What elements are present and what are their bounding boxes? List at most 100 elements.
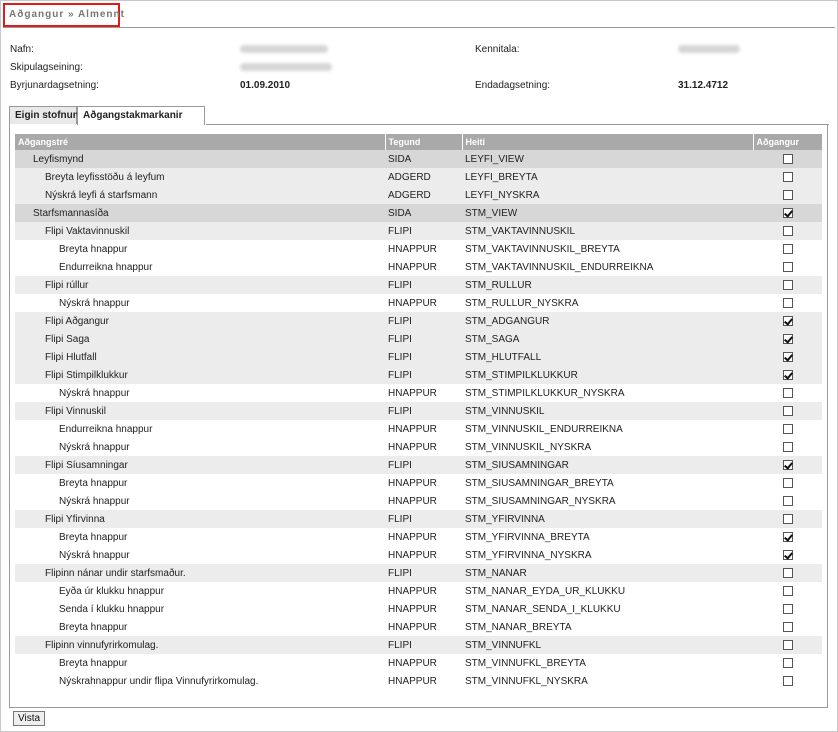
access-checkbox[interactable]: [782, 441, 793, 452]
access-checkbox[interactable]: [782, 261, 793, 272]
access-checkbox[interactable]: [782, 477, 793, 488]
access-checkbox[interactable]: [782, 153, 793, 164]
nafn-label: Nafn:: [10, 44, 34, 55]
access-checkbox[interactable]: [782, 225, 793, 236]
row-type: HNAPPUR: [385, 672, 462, 690]
row-name: Flipi Aðgangur: [15, 312, 385, 330]
table-row: Flipi rúllur FLIPI STM_RULLUR: [15, 276, 822, 294]
row-heiti: STM_NANAR_SENDA_I_KLUKKU: [462, 600, 753, 618]
row-name: Nýskrá leyfi á starfsmann: [15, 186, 385, 204]
kennitala-value-redacted: [678, 45, 740, 53]
access-checkbox[interactable]: [782, 351, 793, 362]
row-heiti: STM_HLUTFALL: [462, 348, 753, 366]
row-type: HNAPPUR: [385, 294, 462, 312]
row-type: HNAPPUR: [385, 528, 462, 546]
access-checkbox[interactable]: [782, 603, 793, 614]
table-row: Nýskrá hnappur HNAPPUR STM_VINNUSKIL_NYSKR…: [15, 438, 822, 456]
table-row: Flipi Síusamningar FLIPI STM_SIUSAMNINGAR: [15, 456, 822, 474]
access-checkbox[interactable]: [782, 279, 793, 290]
table-row: Senda í klukku hnappur HNAPPUR STM_NANAR_S…: [15, 600, 822, 618]
tab-adgangstakmarkanir[interactable]: Aðgangstakmarkanir: [77, 106, 205, 125]
row-type: SIDA: [385, 204, 462, 222]
row-name: Flipi Saga: [15, 330, 385, 348]
access-checkbox[interactable]: [782, 567, 793, 578]
row-type: SIDA: [385, 150, 462, 168]
table-row: Breyta hnappur HNAPPUR STM_SIUSAMNINGAR_BR…: [15, 474, 822, 492]
row-name: Breyta hnappur: [15, 654, 385, 672]
col-header-tegund: Tegund: [385, 134, 463, 150]
table-row: Flipi Hlutfall FLIPI STM_HLUTFALL: [15, 348, 822, 366]
row-heiti: STM_YFIRVINNA_BREYTA: [462, 528, 753, 546]
col-header-heiti: Heiti: [462, 134, 754, 150]
row-access-cell: [753, 420, 822, 438]
row-name: Flipi Yfirvinna: [15, 510, 385, 528]
save-button[interactable]: Vista: [13, 711, 46, 726]
row-type: HNAPPUR: [385, 492, 462, 510]
row-heiti: STM_VAKTAVINNUSKIL: [462, 222, 753, 240]
row-type: FLIPI: [385, 330, 462, 348]
row-access-cell: [753, 474, 822, 492]
tab-eigin-stofnun[interactable]: Eigin stofnun: [9, 106, 79, 124]
row-name: Leyfismynd: [15, 150, 385, 168]
row-name: Breyta hnappur: [15, 618, 385, 636]
access-checkbox[interactable]: [782, 297, 793, 308]
access-checkbox[interactable]: [782, 333, 793, 344]
table-row: Endurreikna hnappur HNAPPUR STM_VINNUSKIL_…: [15, 420, 822, 438]
row-type: HNAPPUR: [385, 384, 462, 402]
access-checkbox[interactable]: [782, 423, 793, 434]
access-checkbox[interactable]: [782, 639, 793, 650]
row-name: Nýskrá hnappur: [15, 438, 385, 456]
row-access-cell: [753, 222, 822, 240]
row-access-cell: [753, 204, 822, 222]
table-row: Breyta hnappur HNAPPUR STM_NANAR_BREYTA: [15, 618, 822, 636]
access-checkbox[interactable]: [782, 387, 793, 398]
row-heiti: STM_NANAR_BREYTA: [462, 618, 753, 636]
access-checkbox[interactable]: [782, 459, 793, 470]
access-checkbox[interactable]: [782, 315, 793, 326]
row-name: Flipi Stimpilklukkur: [15, 366, 385, 384]
access-checkbox[interactable]: [782, 189, 793, 200]
row-heiti: STM_YFIRVINNA: [462, 510, 753, 528]
row-name: Flipi rúllur: [15, 276, 385, 294]
table-body: Leyfismynd SIDA LEYFI_VIEW Breyta leyfisstö…: [15, 150, 822, 690]
access-checkbox[interactable]: [782, 513, 793, 524]
access-checkbox[interactable]: [782, 675, 793, 686]
access-checkbox[interactable]: [782, 405, 793, 416]
row-type: HNAPPUR: [385, 546, 462, 564]
access-checkbox[interactable]: [782, 585, 793, 596]
access-checkbox[interactable]: [782, 657, 793, 668]
row-name: Flipi Vinnuskil: [15, 402, 385, 420]
skipulagseining-value-redacted: [240, 63, 332, 71]
row-access-cell: [753, 384, 822, 402]
row-type: HNAPPUR: [385, 438, 462, 456]
access-checkbox[interactable]: [782, 243, 793, 254]
row-name: Nýskrahnappur undir flipa Vinnufyrirkomu…: [15, 672, 385, 690]
access-checkbox[interactable]: [782, 549, 793, 560]
access-checkbox[interactable]: [782, 621, 793, 632]
row-type: FLIPI: [385, 456, 462, 474]
access-checkbox[interactable]: [782, 207, 793, 218]
row-access-cell: [753, 186, 822, 204]
header-divider: [3, 27, 835, 28]
enda-label: Endadagsetning:: [475, 80, 551, 91]
table-row: Flipi Vinnuskil FLIPI STM_VINNUSKIL: [15, 402, 822, 420]
row-heiti: STM_VIEW: [462, 204, 753, 222]
row-name: Breyta hnappur: [15, 474, 385, 492]
row-access-cell: [753, 402, 822, 420]
row-heiti: STM_STIMPILKLUKKUR_NYSKRA: [462, 384, 753, 402]
row-access-cell: [753, 240, 822, 258]
access-checkbox[interactable]: [782, 369, 793, 380]
access-checkbox[interactable]: [782, 495, 793, 506]
row-heiti: LEYFI_NYSKRA: [462, 186, 753, 204]
access-checkbox[interactable]: [782, 171, 793, 182]
row-name: Senda í klukku hnappur: [15, 600, 385, 618]
row-heiti: STM_VAKTAVINNUSKIL_ENDURREIKNA: [462, 258, 753, 276]
row-type: FLIPI: [385, 366, 462, 384]
table-row: Leyfismynd SIDA LEYFI_VIEW: [15, 150, 822, 168]
row-name: Nýskrá hnappur: [15, 546, 385, 564]
row-access-cell: [753, 150, 822, 168]
table-row: Flipinn vinnufyrirkomulag. FLIPI STM_VINNU…: [15, 636, 822, 654]
table-row: Flipi Yfirvinna FLIPI STM_YFIRVINNA: [15, 510, 822, 528]
row-heiti: STM_NANAR_EYDA_UR_KLUKKU: [462, 582, 753, 600]
access-checkbox[interactable]: [782, 531, 793, 542]
